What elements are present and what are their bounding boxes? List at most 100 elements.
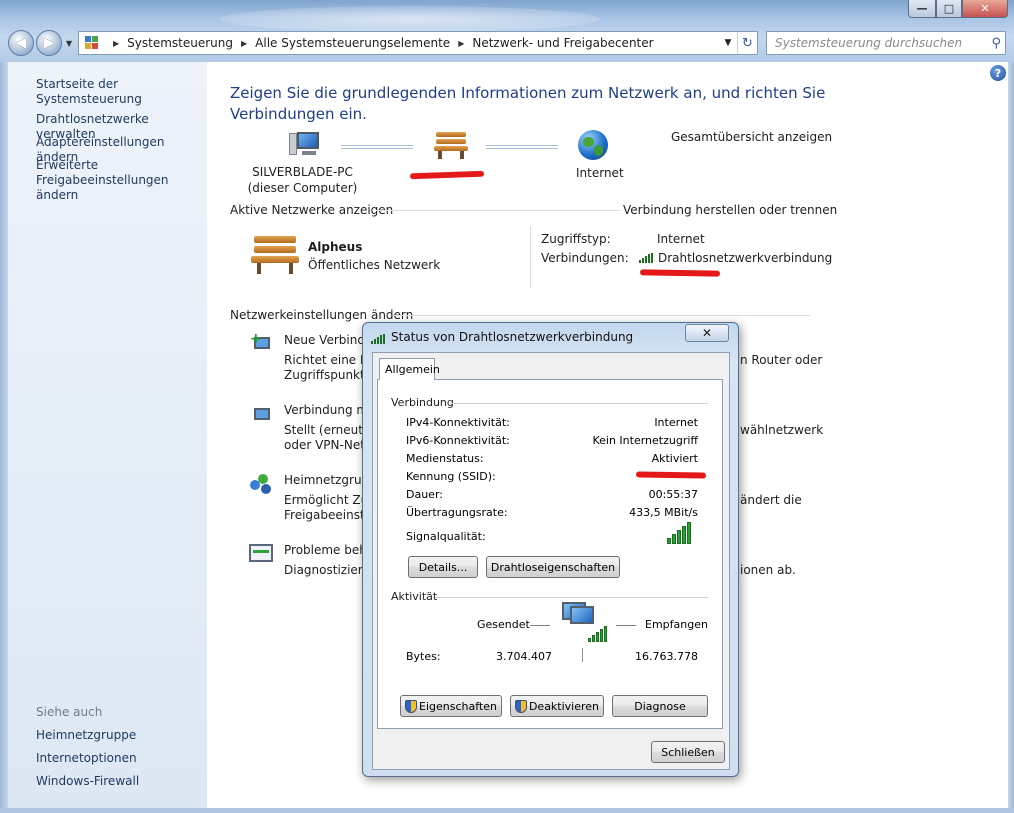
forward-button[interactable]: ▶ bbox=[36, 30, 62, 56]
window-frame-bottom bbox=[0, 808, 1014, 813]
signal-quality-label: Signalqualität: bbox=[406, 530, 486, 543]
disable-button[interactable]: Deaktivieren bbox=[510, 695, 604, 717]
media-status-value: Aktiviert bbox=[651, 452, 698, 465]
connect-disconnect-link[interactable]: Verbindung herstellen oder trennen bbox=[623, 203, 837, 217]
dialog-close-text-button[interactable]: Schließen bbox=[651, 741, 725, 763]
speed-value: 433,5 MBit/s bbox=[629, 506, 698, 519]
duration-value: 00:55:37 bbox=[648, 488, 698, 501]
computer-name: SILVERBLADE-PC bbox=[252, 165, 353, 179]
page-title: Zeigen Sie die grundlegenden Information… bbox=[230, 83, 830, 125]
back-arrow-icon: ◀ bbox=[15, 35, 27, 51]
task-new-connection-desc: Richtet eine Dr bbox=[284, 353, 375, 367]
address-dropdown-icon[interactable]: ▼ bbox=[719, 38, 737, 48]
breadcrumb-alle-elemente[interactable]: Alle Systemsteuerungselemente bbox=[255, 36, 450, 50]
breadcrumb-arrow-icon[interactable]: ▶ bbox=[113, 39, 119, 48]
divider bbox=[393, 315, 810, 316]
ipv6-label: IPv6-Konnektivität: bbox=[406, 434, 510, 447]
uac-shield-icon bbox=[405, 699, 418, 713]
sidebar-item-erweiterte-line2[interactable]: Freigabeeinstellungen ändern bbox=[36, 173, 207, 203]
bytes-label: Bytes: bbox=[406, 650, 441, 663]
sidebar-item-heimnetzgruppe[interactable]: Heimnetzgruppe bbox=[36, 728, 136, 743]
group-divider bbox=[436, 597, 708, 598]
control-panel-icon bbox=[85, 36, 99, 50]
new-connection-icon: + bbox=[250, 332, 274, 355]
window-frame-left bbox=[0, 62, 8, 813]
full-map-link[interactable]: Gesamtübersicht anzeigen bbox=[671, 130, 832, 144]
bench-icon bbox=[434, 132, 468, 159]
network-type-link[interactable]: Öffentliches Netzwerk bbox=[308, 258, 440, 272]
divider bbox=[376, 210, 620, 211]
task-connect-network-desc-tail: wählnetzwerk bbox=[740, 423, 824, 437]
window-frame-right bbox=[1008, 62, 1014, 813]
wireless-properties-button[interactable]: Drahtloseigenschaften bbox=[486, 556, 620, 578]
properties-button-label: Eigenschaften bbox=[419, 699, 497, 713]
status-dialog: Status von Drahtlosnetzwerkverbindung ✕ … bbox=[362, 322, 739, 777]
breadcrumb-systemsteuerung[interactable]: Systemsteuerung bbox=[127, 36, 233, 50]
diagnose-button[interactable]: Diagnose bbox=[612, 695, 708, 717]
search-input[interactable]: Systemsteuerung durchsuchen ⚲ bbox=[766, 31, 1006, 55]
signal-quality-bars bbox=[667, 522, 692, 544]
dialog-close-button[interactable]: ✕ bbox=[685, 324, 729, 342]
window-controls: — □ ✕ bbox=[908, 0, 1008, 18]
map-connector-line bbox=[341, 145, 413, 149]
group-divider bbox=[450, 403, 708, 404]
received-line bbox=[616, 625, 636, 626]
task-troubleshoot[interactable]: Probleme behe bbox=[284, 543, 374, 557]
sidebar-item-internetoptionen[interactable]: Internetoptionen bbox=[36, 751, 137, 766]
tab-panel: Verbindung IPv4-Konnektivität: Internet … bbox=[377, 379, 723, 729]
ipv4-value: Internet bbox=[654, 416, 698, 429]
computer-subtitle: (dieser Computer) bbox=[247, 181, 358, 195]
ipv4-label: IPv4-Konnektivität: bbox=[406, 416, 510, 429]
close-window-button[interactable]: ✕ bbox=[962, 0, 1008, 18]
computer-icon bbox=[289, 130, 323, 162]
title-glow bbox=[220, 6, 600, 32]
maximize-button[interactable]: □ bbox=[936, 0, 962, 18]
sidebar-item-startseite[interactable]: Startseite der Systemsteuerung bbox=[36, 77, 207, 107]
access-type-label: Zugriffstyp: bbox=[541, 232, 611, 246]
redacted-mark bbox=[409, 170, 485, 180]
search-icon[interactable]: ⚲ bbox=[991, 36, 1001, 51]
sidebar-item-erweiterte-line1[interactable]: Erweiterte bbox=[36, 158, 98, 173]
bytes-received-value: 16.763.778 bbox=[635, 650, 698, 663]
wireless-connection-link[interactable]: Drahtlosnetzwerkverbindung bbox=[658, 251, 832, 265]
see-also-title: Siehe auch bbox=[36, 705, 103, 719]
recent-pages-dropdown[interactable]: ▼ bbox=[66, 39, 72, 48]
breadcrumb-arrow-icon[interactable]: ▶ bbox=[241, 39, 247, 48]
connect-network-icon bbox=[250, 404, 274, 426]
task-connect-network-desc2: oder VPN-Netz bbox=[284, 438, 372, 452]
sent-line bbox=[530, 625, 550, 626]
activity-signal-icon bbox=[588, 626, 608, 642]
help-icon[interactable]: ? bbox=[990, 65, 1006, 81]
redacted-ssid-mark bbox=[635, 471, 707, 479]
homegroup-icon bbox=[250, 474, 272, 494]
properties-button[interactable]: Eigenschaften bbox=[400, 695, 502, 717]
internet-label: Internet bbox=[576, 166, 624, 180]
sidebar-item-windows-firewall[interactable]: Windows-Firewall bbox=[36, 774, 139, 789]
bytes-sent-value: 3.704.407 bbox=[496, 650, 552, 663]
received-label: Empfangen bbox=[645, 618, 708, 631]
page-title-line2: Verbindungen ein. bbox=[230, 105, 367, 123]
refresh-icon[interactable]: ↻ bbox=[737, 32, 757, 54]
details-button[interactable]: Details... bbox=[408, 556, 478, 578]
change-settings-header: Netzwerkeinstellungen ändern bbox=[230, 308, 414, 322]
minimize-button[interactable]: — bbox=[908, 0, 936, 18]
map-connector-line bbox=[486, 145, 558, 149]
connection-group-label: Verbindung bbox=[391, 396, 454, 409]
activity-divider bbox=[582, 648, 583, 662]
redacted-mark bbox=[639, 269, 721, 277]
dialog-title: Status von Drahtlosnetzwerkverbindung bbox=[391, 330, 634, 344]
task-connect-network[interactable]: Verbindung mi bbox=[284, 403, 371, 417]
breadcrumb-netzwerkcenter[interactable]: Netzwerk- und Freigabecenter bbox=[472, 36, 653, 50]
ssid-label: Kennung (SSID): bbox=[406, 470, 496, 483]
public-network-bench-icon bbox=[251, 236, 299, 274]
disable-button-label: Deaktivieren bbox=[528, 699, 600, 713]
address-bar[interactable]: ▶ Systemsteuerung ▶ Alle Systemsteuerung… bbox=[78, 31, 758, 55]
sidebar: Startseite der Systemsteuerung Drahtlosn… bbox=[8, 62, 207, 808]
dialog-signal-icon bbox=[371, 334, 386, 344]
breadcrumb-arrow-icon[interactable]: ▶ bbox=[458, 39, 464, 48]
connections-label: Verbindungen: bbox=[541, 251, 629, 265]
back-button[interactable]: ◀ bbox=[8, 30, 34, 56]
tab-allgemein[interactable]: Allgemein bbox=[379, 358, 440, 380]
search-placeholder: Systemsteuerung durchsuchen bbox=[775, 36, 963, 50]
media-status-label: Medienstatus: bbox=[406, 452, 484, 465]
